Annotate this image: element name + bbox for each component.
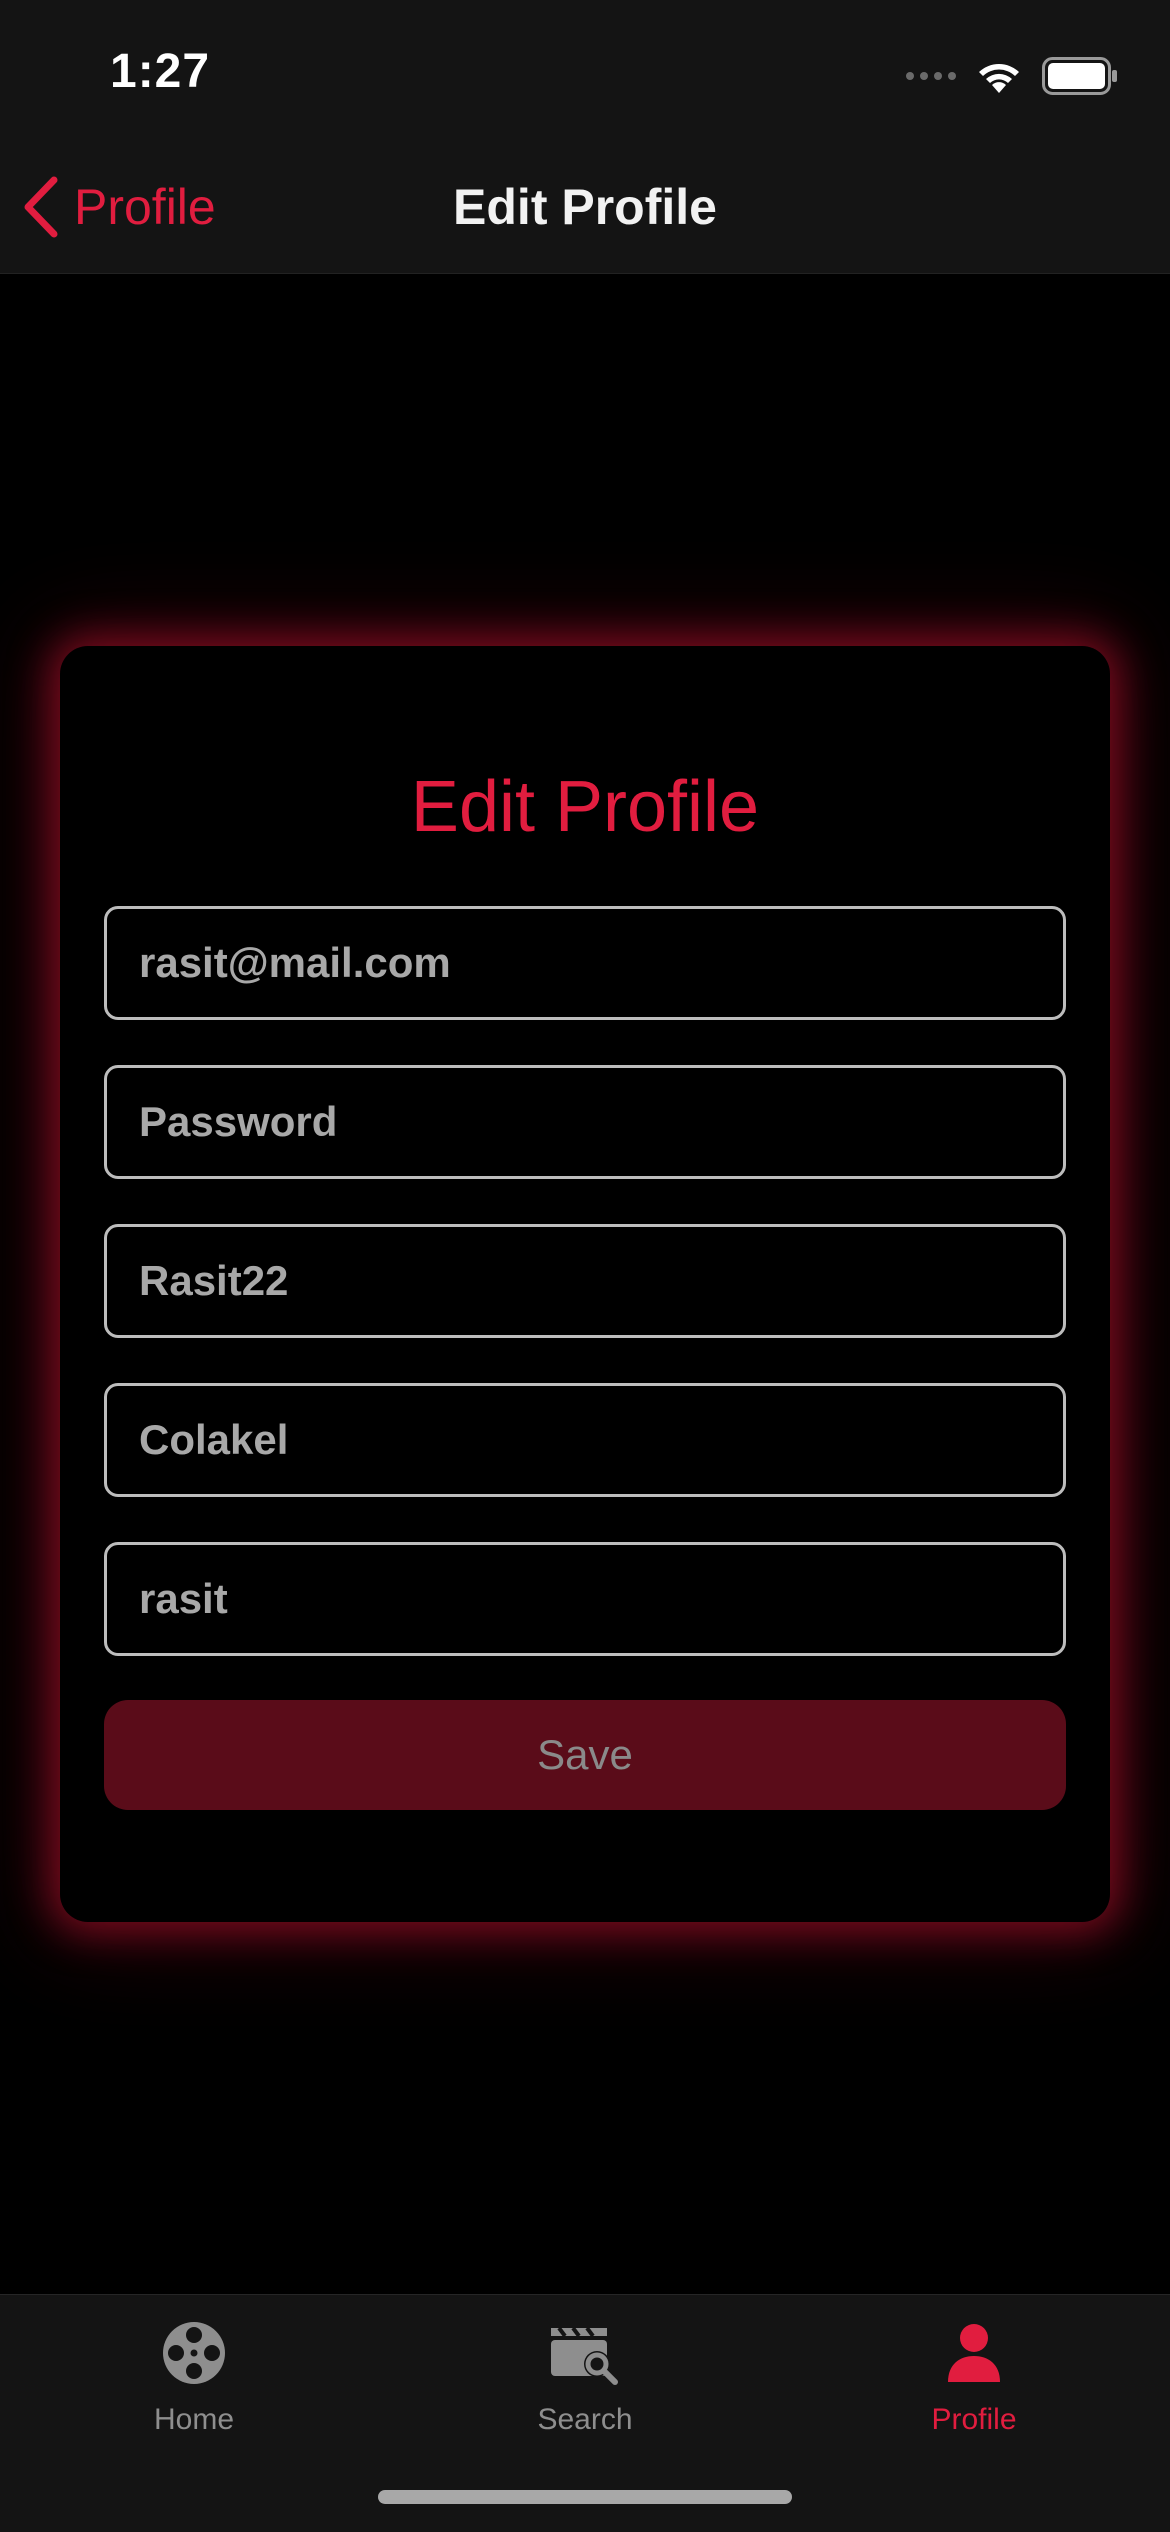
firstname-input[interactable] bbox=[139, 1575, 1031, 1623]
username-field[interactable] bbox=[104, 1224, 1066, 1338]
lastname-input[interactable] bbox=[139, 1416, 1031, 1464]
nav-bar: Profile Edit Profile bbox=[0, 140, 1170, 274]
home-indicator[interactable] bbox=[378, 2490, 792, 2504]
save-button[interactable]: Save bbox=[104, 1700, 1066, 1810]
password-field[interactable] bbox=[104, 1065, 1066, 1179]
battery-icon bbox=[1042, 57, 1117, 95]
password-input[interactable] bbox=[139, 1098, 1031, 1146]
wifi-icon bbox=[979, 64, 1019, 93]
tab-search-label: Search bbox=[537, 2403, 633, 2436]
status-icons bbox=[906, 54, 1118, 98]
username-input[interactable] bbox=[139, 1257, 1031, 1305]
card-title: Edit Profile bbox=[410, 767, 760, 847]
cellular-dots-icon bbox=[906, 72, 956, 80]
status-bar: 1:27 bbox=[0, 0, 1170, 140]
person-icon bbox=[938, 2317, 1010, 2389]
tab-profile-label: Profile bbox=[931, 2403, 1017, 2436]
tab-home[interactable]: Home bbox=[64, 2317, 324, 2467]
tab-home-label: Home bbox=[153, 2403, 235, 2436]
clapperboard-search-icon bbox=[549, 2317, 621, 2389]
email-field[interactable] bbox=[104, 906, 1066, 1020]
film-reel-icon bbox=[158, 2317, 230, 2389]
tab-profile[interactable]: Profile bbox=[844, 2317, 1104, 2467]
screen: 1:27 Profile Edit Profile Edit Profile r… bbox=[0, 0, 1170, 2532]
nav-title: Edit Profile bbox=[453, 179, 717, 235]
edit-profile-card: Edit Profile Save bbox=[60, 646, 1110, 1922]
status-time: 1:27 bbox=[110, 45, 211, 98]
tab-search[interactable]: Search bbox=[455, 2317, 715, 2467]
email-input[interactable] bbox=[139, 939, 1031, 987]
lastname-field[interactable] bbox=[104, 1383, 1066, 1497]
firstname-field[interactable] bbox=[104, 1542, 1066, 1656]
